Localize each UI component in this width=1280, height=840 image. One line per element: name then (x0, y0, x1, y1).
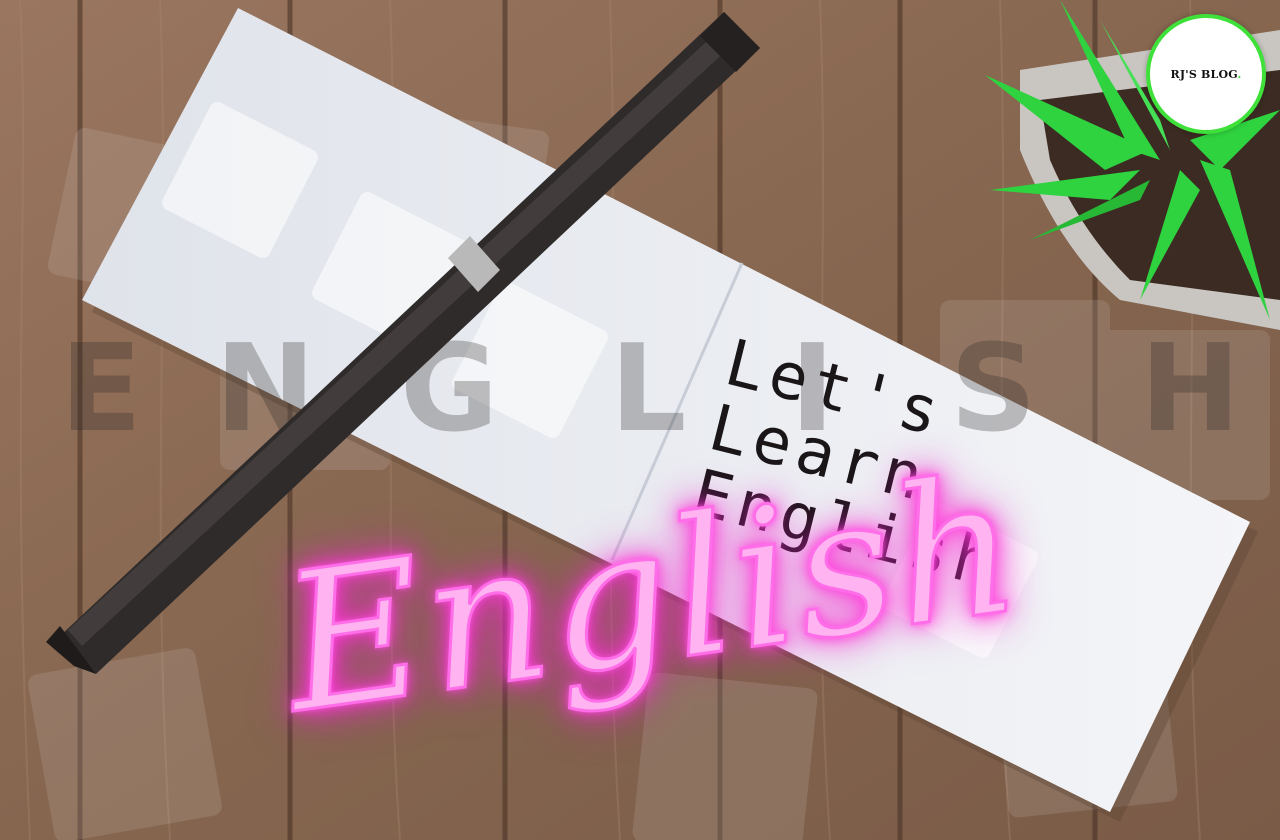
watermark-letter-l: L (610, 320, 686, 459)
badge-text: RJ'S BLOG. (1170, 67, 1242, 81)
watermark-letter-e: E (60, 320, 142, 459)
photo-scene: E N G L I S H Let's Learn English Englis… (0, 0, 1280, 840)
rjs-blog-badge: RJ'S BLOG. (1146, 14, 1266, 134)
